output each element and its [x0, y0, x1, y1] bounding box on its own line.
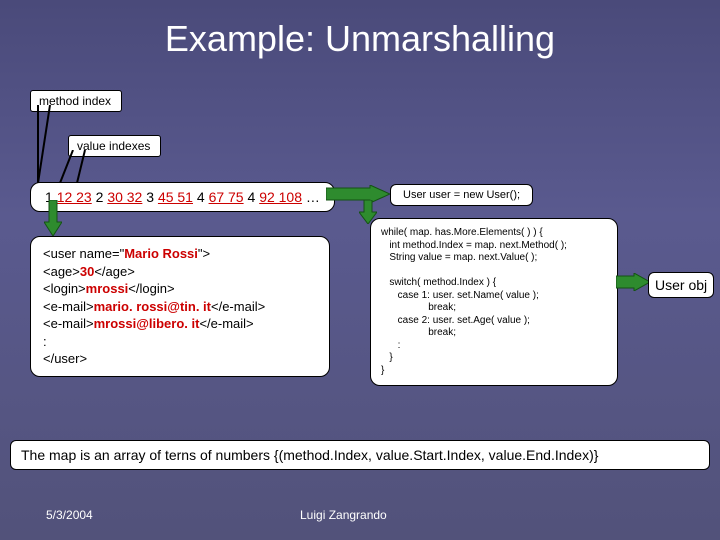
arrow-down-icon: [44, 200, 62, 236]
user-obj-label: User obj: [648, 272, 714, 298]
numbers-box: 1 12 23 2 30 32 3 45 51 4 67 75 4 92 108…: [30, 182, 335, 212]
page-title: Example: Unmarshalling: [0, 0, 720, 60]
code-box: while( map. has.More.Elements( ) ) { int…: [370, 218, 618, 386]
slide-author: Luigi Zangrando: [300, 508, 387, 522]
arrow-right-icon: [616, 273, 650, 291]
arrow-right-icon: [326, 185, 390, 203]
slide-date: 5/3/2004: [46, 508, 93, 522]
user-new-box: User user = new User();: [390, 184, 533, 206]
xml-box: <user name="Mario Rossi"> <age>30</age> …: [30, 236, 330, 377]
footnote: The map is an array of terns of numbers …: [10, 440, 710, 470]
callout-line-value: [55, 150, 105, 185]
arrow-down-icon: [359, 200, 377, 224]
